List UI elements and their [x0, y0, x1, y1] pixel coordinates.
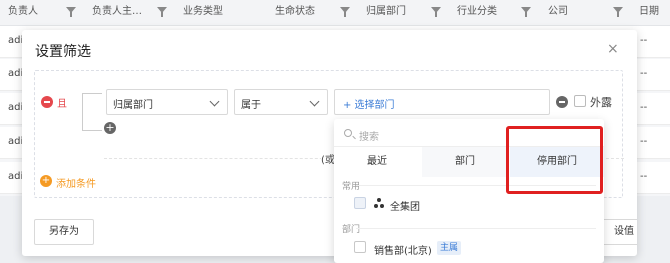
dropdown-tabs: 最近 部门 停用部门	[334, 147, 604, 177]
external-checkbox[interactable]	[574, 95, 586, 107]
filter-icon[interactable]	[521, 7, 531, 18]
department-dropdown: 搜索 最近 部门 停用部门 常用 全集团 部门 销售部(北京) 主属	[334, 119, 604, 263]
column-header[interactable]: 业务类型	[183, 0, 223, 26]
tab-disabled-department[interactable]: 停用部门	[510, 147, 604, 177]
table-cell: --	[640, 68, 648, 79]
table-cell: adi	[8, 171, 22, 182]
add-condition-icon[interactable]: +	[40, 175, 52, 187]
table-header: 负责人 负责人主… 业务类型 生命状态 归属部门 行业分类 公司 日期	[0, 0, 670, 26]
column-header[interactable]: 公司	[548, 0, 568, 26]
item-checkbox[interactable]	[354, 197, 366, 209]
table-cell: --	[640, 136, 648, 147]
department-value-input[interactable]: + 选择部门	[334, 89, 550, 115]
filter-icon[interactable]	[431, 7, 441, 18]
field-select-value: 归属部门	[113, 100, 153, 111]
column-header[interactable]: 行业分类	[457, 0, 497, 26]
column-header[interactable]: 归属部门	[366, 0, 406, 26]
filter-icon[interactable]	[157, 7, 167, 18]
tab-recent[interactable]: 最近	[334, 147, 420, 177]
add-condition-button[interactable]: 添加条件	[56, 175, 96, 190]
save-as-button[interactable]: 另存为	[34, 219, 94, 245]
field-select[interactable]: 归属部门	[106, 89, 228, 115]
or-label: (或	[321, 151, 335, 166]
column-header[interactable]: 负责人主…	[92, 0, 142, 26]
filter-icon[interactable]	[340, 7, 350, 18]
filter-icon[interactable]	[66, 7, 76, 18]
modal-title: 设置筛选	[35, 44, 91, 60]
table-cell: adi	[8, 136, 22, 147]
table-cell: adi	[8, 102, 22, 113]
primary-badge: 主属	[437, 241, 462, 255]
table-cell: --	[640, 171, 648, 182]
chevron-down-icon	[209, 96, 220, 107]
tab-department[interactable]: 部门	[422, 147, 508, 177]
table-cell: --	[640, 102, 648, 113]
list-item[interactable]: 销售部(北京)	[374, 242, 432, 257]
filter-icon[interactable]	[613, 7, 623, 18]
external-label: 外露	[590, 96, 612, 109]
add-subcondition-icon[interactable]: +	[104, 122, 116, 134]
table-cell: --	[640, 35, 648, 46]
column-header[interactable]: 日期	[639, 0, 659, 26]
search-icon	[344, 129, 352, 137]
column-header[interactable]: 负责人	[8, 0, 38, 26]
remove-group-icon[interactable]	[41, 96, 53, 108]
dropdown-search[interactable]: 搜索	[334, 119, 604, 147]
and-label: 且	[57, 99, 67, 110]
remove-condition-icon[interactable]	[556, 96, 568, 108]
group-bracket	[82, 93, 102, 131]
close-icon[interactable]: ×	[607, 41, 619, 57]
search-input[interactable]: 搜索	[359, 128, 379, 143]
table-cell: adi	[8, 35, 22, 46]
section-divider	[356, 185, 596, 186]
section-divider	[356, 228, 596, 229]
column-header[interactable]: 生命状态	[275, 0, 315, 26]
table-cell: adi	[8, 68, 22, 79]
operator-select-value: 属于	[241, 100, 261, 111]
item-checkbox[interactable]	[354, 241, 366, 253]
org-icon	[374, 198, 384, 208]
value-placeholder: + 选择部门	[343, 100, 395, 111]
list-item[interactable]: 全集团	[390, 198, 420, 213]
operator-select[interactable]: 属于	[234, 89, 328, 115]
chevron-down-icon	[309, 96, 320, 107]
